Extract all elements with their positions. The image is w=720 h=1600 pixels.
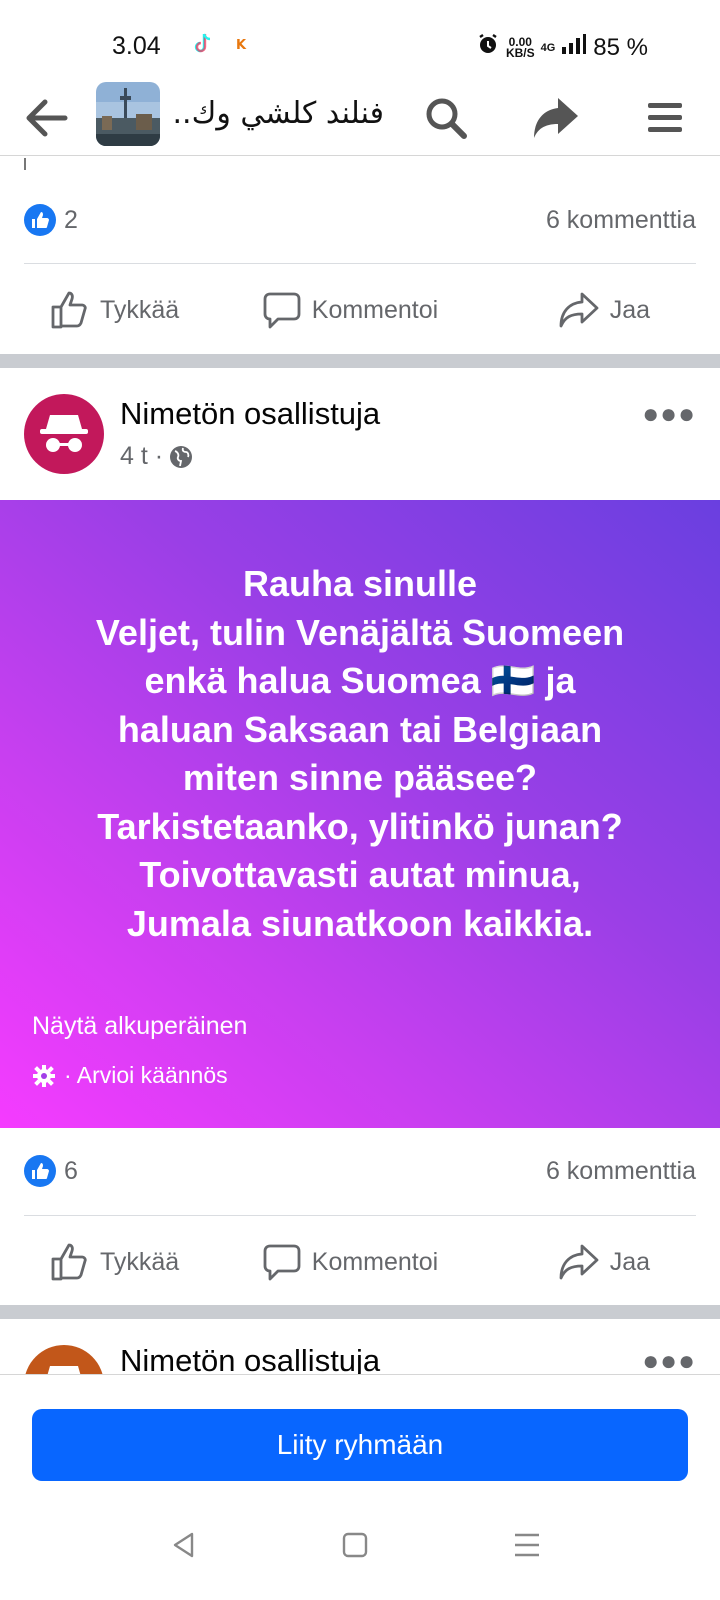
system-recents-button[interactable] — [507, 1525, 547, 1565]
prev-comment-count[interactable]: 6 kommenttia — [546, 206, 696, 235]
prev-post-edge — [24, 158, 26, 170]
author-name[interactable]: Nimetön osallistuja — [120, 396, 380, 432]
system-navigation-bar — [0, 1515, 720, 1575]
group-header: فنلند كلشي وك... — [0, 80, 720, 156]
post-background: Rauha sinulle Veljet, tulin Venäjältä Su… — [0, 500, 720, 1128]
group-thumbnail[interactable] — [96, 82, 160, 146]
share-group-button[interactable] — [530, 92, 582, 144]
comment-button[interactable]: Kommentoi — [250, 280, 450, 340]
status-bar: 3.04 K 0.00 KB/S 4G 85 % — [0, 0, 720, 80]
prev-like-count: 2 — [64, 205, 78, 234]
thumbs-up-icon — [51, 1243, 87, 1281]
post-actions: Tykkää Kommentoi Jaa — [0, 1232, 720, 1292]
tiktok-icon — [192, 32, 214, 61]
arrow-left-icon — [26, 99, 68, 137]
hamburger-menu-icon — [648, 103, 682, 132]
battery-level: 85 % — [593, 33, 648, 61]
avatar[interactable] — [24, 394, 104, 474]
post-reactions: 6 6 kommenttia — [24, 1151, 696, 1191]
signal-icon — [561, 33, 587, 62]
globe-icon — [170, 445, 193, 468]
search-button[interactable] — [420, 92, 472, 144]
divider — [24, 1215, 696, 1216]
comment-bubble-icon — [263, 1244, 301, 1281]
square-home-icon — [342, 1532, 368, 1558]
share-button[interactable]: Jaa — [450, 280, 720, 340]
more-options-button[interactable]: ●●● — [642, 1345, 696, 1374]
like-button[interactable]: Tykkää — [0, 280, 250, 340]
feed-separator — [0, 1305, 720, 1319]
prev-post-actions: Tykkää Kommentoi Jaa — [0, 280, 720, 340]
more-options-button[interactable]: ●●● — [642, 398, 696, 430]
post-time[interactable]: 4 t · — [120, 442, 163, 471]
menu-button[interactable] — [640, 92, 692, 144]
post-meta: 4 t · — [120, 442, 193, 471]
feed-separator — [0, 354, 720, 368]
next-post-header: Nimetön osallistuja ●●● — [0, 1345, 720, 1374]
like-button[interactable]: Tykkää — [0, 1232, 250, 1292]
system-home-button[interactable] — [335, 1525, 375, 1565]
comment-count[interactable]: 6 kommenttia — [546, 1157, 696, 1186]
share-arrow-icon — [559, 292, 599, 328]
triangle-back-icon — [173, 1532, 194, 1558]
see-original-link[interactable]: Näytä alkuperäinen — [32, 1012, 247, 1041]
status-time: 3.04 — [112, 32, 161, 60]
prev-post-reactions: 2 6 kommenttia — [24, 200, 696, 240]
gear-icon — [33, 1064, 55, 1087]
alarm-icon — [476, 32, 500, 63]
avatar[interactable] — [24, 1345, 104, 1374]
k-app-icon: K — [232, 34, 252, 59]
thumbs-up-icon — [51, 291, 87, 329]
prev-like-summary[interactable]: 2 — [24, 204, 78, 236]
net-speed: 0.00 KB/S — [505, 34, 535, 60]
back-button[interactable] — [20, 92, 72, 144]
status-right: 0.00 KB/S 4G 85 % — [476, 32, 648, 63]
divider — [24, 263, 696, 264]
share-arrow-icon — [559, 1244, 599, 1280]
post-text: Rauha sinulle Veljet, tulin Venäjältä Su… — [95, 563, 625, 944]
comment-bubble-icon — [263, 292, 301, 329]
recents-lines-icon — [515, 1533, 539, 1557]
comment-button[interactable]: Kommentoi — [250, 1232, 450, 1292]
group-title[interactable]: فنلند كلشي وك... — [174, 92, 384, 136]
anonymous-icon — [47, 1366, 81, 1374]
share-button[interactable]: Jaa — [450, 1232, 720, 1292]
share-arrow-icon — [534, 98, 578, 138]
like-summary[interactable]: 6 — [24, 1155, 78, 1187]
like-count: 6 — [64, 1156, 78, 1185]
rate-translation-link[interactable]: · Arvioi käännös — [32, 1062, 228, 1089]
like-reaction-icon — [24, 204, 56, 236]
system-back-button[interactable] — [164, 1525, 204, 1565]
svg-text:K: K — [236, 38, 247, 53]
search-icon — [426, 98, 467, 139]
like-reaction-icon — [24, 1155, 56, 1187]
anonymous-icon — [40, 415, 88, 452]
post-header: Nimetön osallistuja 4 t · ●●● — [0, 394, 720, 484]
author-name[interactable]: Nimetön osallistuja — [120, 1345, 380, 1374]
network-type: 4G — [540, 41, 556, 54]
join-group-bar: Liity ryhmään — [0, 1374, 720, 1600]
join-group-button[interactable]: Liity ryhmään — [32, 1409, 688, 1481]
notification-icons: K — [192, 32, 252, 61]
